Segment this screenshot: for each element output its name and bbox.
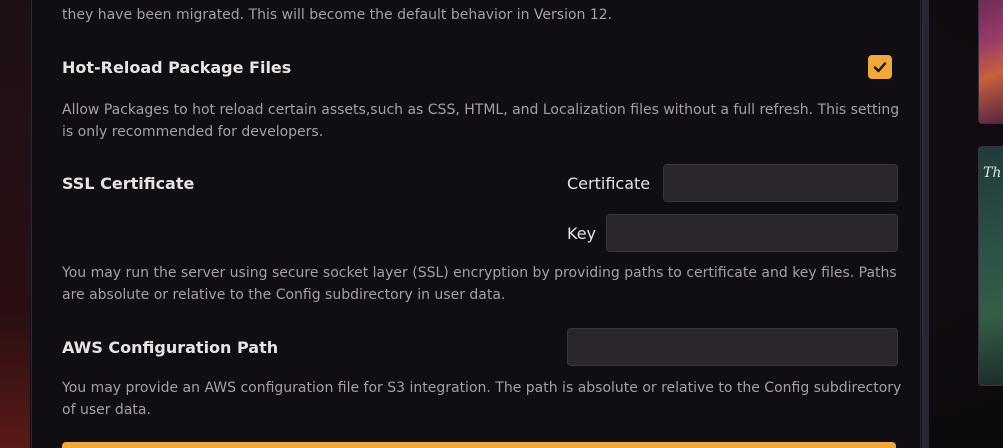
ssl-certificate-label: Certificate [567,174,651,193]
ssl-description: You may run the server using secure sock… [62,265,897,303]
save-changes-button[interactable] [62,442,896,448]
aws-config-path-input[interactable] [567,328,898,366]
migration-description: they have been migrated. This will becom… [62,7,613,23]
background-backdrop [0,0,30,448]
ssl-key-label: Key [567,224,597,243]
aws-config-title: AWS Configuration Path [62,338,279,357]
checkmark-icon [873,62,887,73]
hot-reload-title: Hot-Reload Package Files [62,58,292,77]
ssl-key-input[interactable] [606,214,898,252]
background-card-title: Th [983,165,1002,181]
ssl-certificate-title: SSL Certificate [62,174,195,193]
panel-scrollbar[interactable] [922,0,929,448]
hot-reload-checkbox[interactable] [868,55,892,79]
ssl-certificate-input[interactable] [663,164,898,202]
hot-reload-description: Allow Packages to hot reload certain ass… [62,102,900,140]
aws-description: You may provide an AWS configuration fil… [62,380,902,418]
settings-panel: they have been migrated. This will becom… [31,0,921,448]
background-card-art [978,0,1003,124]
app-window: Th they have been migrated. This will be… [0,0,1003,448]
background-card-scene: Th [978,146,1003,386]
